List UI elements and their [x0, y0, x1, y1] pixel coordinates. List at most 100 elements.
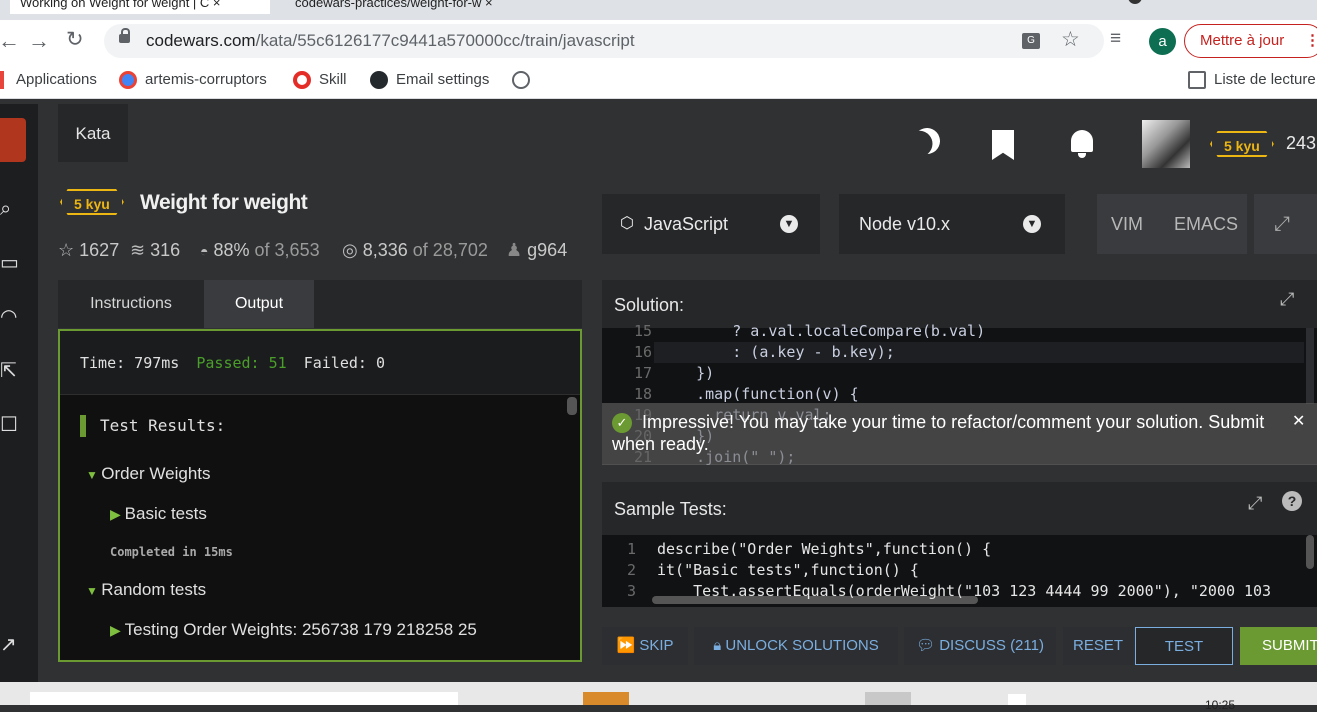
browser-tab-strip: Working on Weight for weight | C × codew…	[0, 0, 1317, 20]
notifications-bell-icon[interactable]	[1068, 130, 1096, 158]
bookmark-label: Email settings	[396, 71, 490, 88]
discuss-button[interactable]: 💬︎ DISCUSS (211)	[904, 627, 1056, 665]
runtime-value: Node v10.x	[859, 214, 951, 234]
omnibox[interactable]: codewars.com/kata/55c6126177c9441a570000…	[104, 24, 1104, 58]
bookmark-star-icon[interactable]: ☆	[1061, 27, 1080, 52]
author-name: g964	[527, 240, 568, 260]
update-button-label: Mettre à jour	[1200, 32, 1285, 49]
sample-tests-title: Sample Tests:	[614, 499, 727, 519]
tab-instructions[interactable]: Instructions	[58, 280, 204, 328]
scrollbar-thumb[interactable]	[567, 397, 577, 415]
honor-score: 243	[1286, 133, 1317, 153]
taskbar-search-box[interactable]	[30, 692, 458, 705]
docs-icon[interactable]: ▭	[0, 252, 22, 274]
bookmark-icon[interactable]	[992, 130, 1014, 160]
reset-button[interactable]: RESET	[1063, 627, 1133, 665]
unlock-solutions-button[interactable]: 🔒︎ UNLOCK SOLUTIONS	[694, 627, 898, 665]
taskbar: 10:25	[0, 682, 1317, 712]
taskbar-app-icon[interactable]	[865, 692, 911, 705]
reading-list-icon	[1188, 71, 1206, 90]
translate-icon[interactable]: G	[1022, 33, 1040, 49]
collapse-icon[interactable]: ↗	[0, 634, 22, 656]
submit-button[interactable]: SUBMIT	[1240, 627, 1317, 665]
user-avatar[interactable]	[1142, 120, 1190, 168]
tray-chevron-icon[interactable]	[1008, 694, 1026, 705]
completed-of: of 28,702	[412, 240, 488, 260]
line-number: 17	[633, 364, 652, 382]
clock: 10:25	[1205, 698, 1236, 712]
chat-icon[interactable]: ☐	[0, 414, 22, 436]
kata-nav-tab[interactable]: Kata	[58, 104, 128, 162]
reading-list[interactable]: Liste de lecture	[1188, 62, 1316, 98]
kata-rank-badge: 5 kyu	[60, 189, 124, 215]
reset-label: RESET	[1072, 637, 1123, 654]
comments-icon: 💬︎	[916, 637, 940, 654]
expand-icon[interactable]: ⤢	[1280, 274, 1294, 324]
runtime-select[interactable]: Node v10.x ▼	[839, 194, 1065, 254]
update-button[interactable]: Mettre à jour ⋮	[1184, 24, 1317, 58]
lock-shackle	[121, 28, 130, 36]
author-stat[interactable]: ♟ g964	[506, 240, 567, 261]
expand-icon[interactable]: ⤢	[1248, 476, 1262, 530]
extension-icon[interactable]	[1128, 0, 1142, 4]
stars-stat[interactable]: ☆ 1627	[58, 240, 119, 261]
tab-output[interactable]: Output	[204, 280, 314, 328]
stars-count: 1627	[79, 240, 120, 260]
satisfaction-stat: ◓ 88% of 3,653	[200, 240, 320, 261]
dark-mode-icon[interactable]	[910, 124, 943, 157]
describe-order-weights[interactable]: ▼ Order Weights	[86, 464, 211, 484]
it-basic-tests[interactable]: ▶ Basic tests	[110, 504, 207, 524]
vim-mode[interactable]: VIM	[1111, 194, 1143, 254]
failed-label: Failed: 0	[303, 354, 385, 372]
line-number: 1	[626, 540, 636, 558]
vertical-scrollbar[interactable]	[1306, 535, 1314, 569]
results-title: Test Results:	[80, 415, 225, 437]
browser-tab-active[interactable]: Working on Weight for weight | C ×	[10, 0, 270, 14]
bookmark-label: Applications	[16, 71, 97, 88]
emacs-mode[interactable]: EMACS	[1174, 194, 1238, 254]
test-button[interactable]: TEST	[1135, 627, 1233, 665]
taskbar-app-icon[interactable]	[583, 692, 629, 705]
github-icon	[370, 71, 388, 90]
code-line: Test.assertEquals(orderWeight("103 123 4…	[657, 582, 1272, 600]
help-icon[interactable]: ?	[1282, 491, 1302, 511]
bookmark-label: artemis-corruptors	[145, 71, 267, 88]
codewars-logo-icon[interactable]	[0, 118, 26, 162]
keymap-toggle: VIM EMACS	[1097, 194, 1247, 254]
reload-icon[interactable]: ↻	[66, 27, 84, 52]
language-value: JavaScript	[644, 214, 729, 234]
profile-avatar[interactable]: a	[1149, 28, 1176, 55]
more-menu-icon[interactable]: ⋮	[1305, 25, 1317, 57]
group-label: Order Weights	[101, 464, 211, 483]
lock-icon: 🔒︎	[713, 637, 726, 654]
share-icon[interactable]: ⇱	[0, 360, 22, 382]
bookmark-applications[interactable]: Applications	[0, 62, 97, 98]
it-random-test-item[interactable]: ▶ Testing Order Weights: 256738 179 2182…	[110, 620, 477, 640]
language-select[interactable]: ⬡ JavaScript ▼	[602, 194, 820, 254]
submit-label: SUBMIT	[1262, 637, 1317, 654]
fullscreen-button[interactable]: ⤢	[1254, 194, 1317, 254]
editor-scrollbar[interactable]	[1306, 328, 1314, 404]
search-icon[interactable]: ⌕	[0, 198, 22, 220]
describe-random-tests[interactable]: ▼ Random tests	[86, 580, 206, 600]
forward-icon[interactable]: →	[28, 28, 50, 54]
code-line: it("Basic tests",function() {	[657, 561, 919, 579]
test-item-label: Testing Order Weights: 256738 179 218258…	[124, 620, 477, 639]
satisfaction-value: 88%	[213, 240, 250, 260]
passed-label: Passed: 51	[196, 354, 287, 372]
skip-button[interactable]: ⏩ SKIP	[602, 627, 688, 665]
browser-tab[interactable]: codewars-practices/weight-for-w ×	[285, 0, 585, 14]
feed-icon[interactable]: ◠	[0, 306, 22, 328]
media-queue-icon[interactable]: ≡	[1110, 28, 1121, 50]
expand-arrow-icon: ▶	[110, 622, 125, 638]
bookmark-email-settings[interactable]: Email settings	[370, 62, 489, 98]
url-text[interactable]: codewars.com/kata/55c6126177c9441a570000…	[146, 24, 635, 58]
bookmark-artemis[interactable]: artemis-corruptors	[119, 62, 267, 98]
close-icon[interactable]: ✕	[1292, 411, 1305, 431]
bookmark-skill[interactable]: Skill	[293, 62, 347, 98]
bookmark-globe[interactable]	[512, 62, 538, 98]
discuss-label: DISCUSS (211)	[939, 637, 1044, 654]
back-icon[interactable]: ←	[0, 28, 20, 54]
collections-stat[interactable]: ≋ 316	[130, 240, 180, 261]
toast-message: Impressive! You may take your time to re…	[612, 412, 1265, 454]
